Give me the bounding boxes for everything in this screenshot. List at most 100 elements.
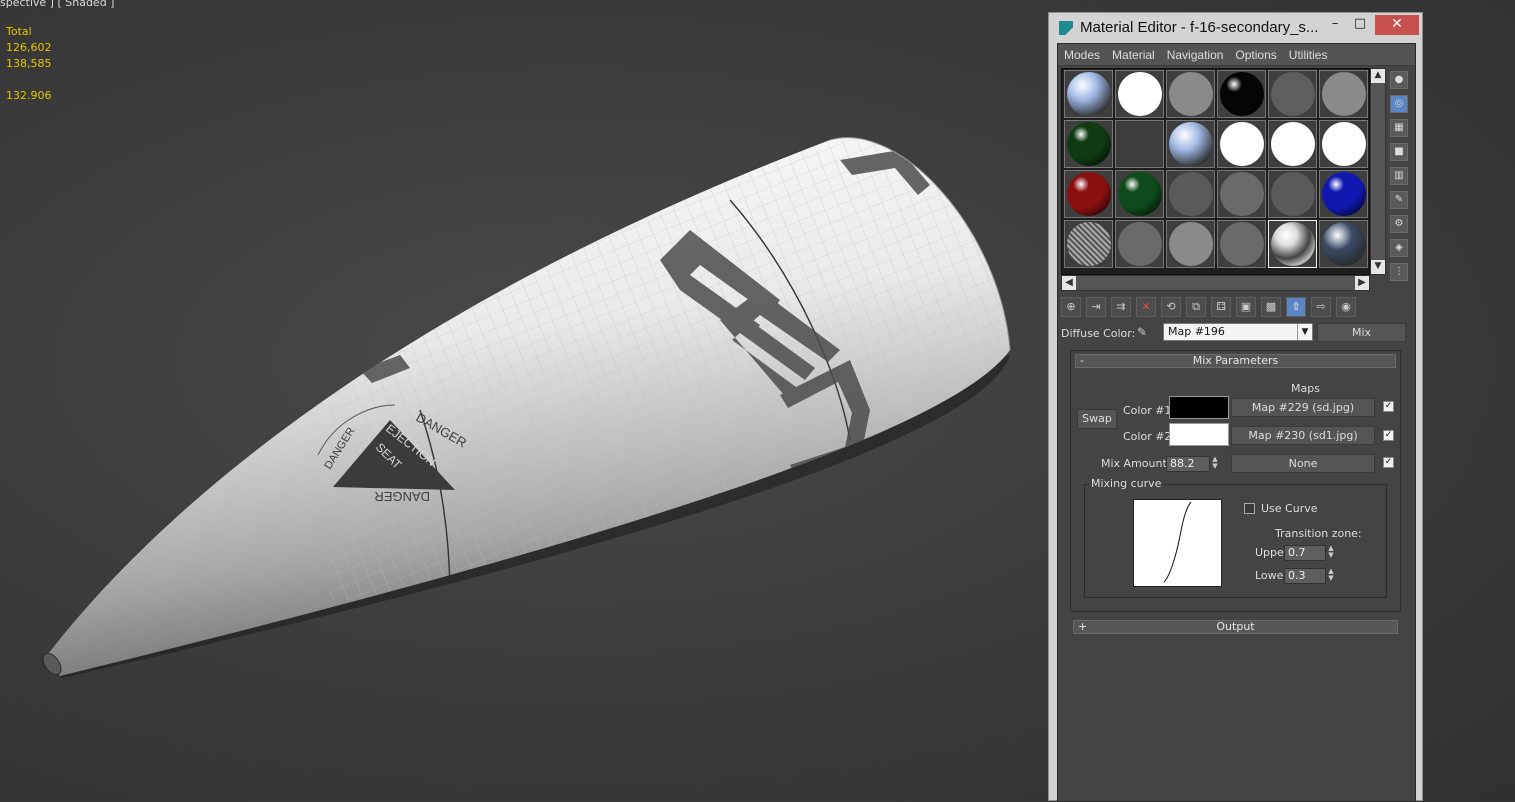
reset-map-icon[interactable]: ✕ (1136, 297, 1156, 317)
options-icon[interactable]: ⚙ (1390, 215, 1408, 233)
map2-button[interactable]: Map #230 (sd1.jpg) (1231, 426, 1375, 445)
output-rollout-header[interactable]: + Output (1073, 620, 1398, 634)
pick-material-icon[interactable]: ◉ (1336, 297, 1356, 317)
menu-modes[interactable]: Modes (1064, 48, 1100, 62)
backlight-icon[interactable]: ◎ (1390, 95, 1408, 113)
mix-parameters-header[interactable]: - Mix Parameters (1075, 354, 1396, 368)
material-slot[interactable] (1115, 70, 1164, 118)
material-slot[interactable] (1166, 70, 1215, 118)
material-slot[interactable] (1166, 220, 1215, 268)
go-to-parent-icon[interactable]: ⇧ (1286, 297, 1306, 317)
get-material-icon[interactable]: ⊕ (1061, 297, 1081, 317)
map-name-value: Map #196 (1168, 325, 1225, 338)
close-button[interactable]: ✕ (1375, 15, 1419, 35)
material-slot[interactable] (1166, 170, 1215, 218)
material-editor-window[interactable]: Material Editor - f-16-secondary_s... – … (1048, 12, 1423, 802)
bottom-toolbar: ⊕ ⇥ ⇉ ✕ ⟲ ⧉ ⚃ ▣ ▩ ⇧ ⇨ ◉ (1061, 297, 1413, 319)
select-by-material-icon[interactable]: ◈ (1390, 239, 1408, 257)
eyedropper-icon[interactable]: ✎ (1137, 325, 1153, 341)
upper-spinner[interactable]: 0.7 ▲ ▼ (1284, 545, 1334, 561)
use-curve-checkbox[interactable] (1244, 503, 1255, 514)
make-unique-icon[interactable]: ⟲ (1161, 297, 1181, 317)
show-end-result-icon[interactable]: ▩ (1261, 297, 1281, 317)
title-bar[interactable]: Material Editor - f-16-secondary_s... – … (1049, 13, 1422, 43)
maximize-button[interactable]: □ (1350, 15, 1370, 35)
minimize-button[interactable]: – (1325, 15, 1345, 35)
put-to-scene-icon[interactable]: ⇥ (1086, 297, 1106, 317)
make-preview-icon[interactable]: ✎ (1390, 191, 1408, 209)
nose-cone-model[interactable]: DANGER DANGER EJECTION SEAT DANGER (0, 0, 1040, 801)
show-map-icon[interactable]: ▣ (1236, 297, 1256, 317)
material-slot[interactable] (1166, 120, 1215, 168)
material-slot[interactable] (1319, 70, 1368, 118)
slots-horizontal-scrollbar[interactable]: ◀ ▶ (1061, 275, 1370, 291)
material-slot[interactable] (1268, 120, 1317, 168)
menu-utilities[interactable]: Utilities (1289, 48, 1328, 62)
spinner-arrows-icon[interactable]: ▲ ▼ (1326, 568, 1336, 584)
sample-type-icon[interactable]: ● (1390, 71, 1408, 89)
material-map-navigator-icon[interactable]: ⋮ (1390, 263, 1408, 281)
lower-spinner[interactable]: 0.3 ▲ ▼ (1284, 568, 1334, 584)
expand-toggle[interactable]: + (1078, 621, 1087, 633)
material-sphere (1270, 72, 1315, 116)
material-sphere (1117, 72, 1162, 116)
material-slot[interactable] (1268, 220, 1317, 268)
menu-navigation[interactable]: Navigation (1167, 48, 1224, 62)
go-forward-icon[interactable]: ⇨ (1311, 297, 1331, 317)
collapse-toggle[interactable]: - (1080, 355, 1084, 367)
material-slot[interactable] (1319, 120, 1368, 168)
mix-map-enable-checkbox[interactable]: ✓ (1383, 457, 1394, 468)
material-slot[interactable] (1217, 120, 1266, 168)
upper-value: 0.7 (1288, 546, 1306, 559)
mix-amount-map-button[interactable]: None (1231, 454, 1375, 473)
menu-options[interactable]: Options (1235, 48, 1276, 62)
chevron-down-icon[interactable]: ▼ (1297, 324, 1312, 340)
material-slot[interactable] (1115, 220, 1164, 268)
material-slot[interactable] (1064, 70, 1113, 118)
material-sphere (1168, 172, 1213, 216)
slots-vertical-scrollbar[interactable]: ▲ ▼ (1370, 68, 1386, 275)
background-icon[interactable]: ▦ (1390, 119, 1408, 137)
sample-slots-grid (1064, 70, 1368, 268)
material-slot[interactable] (1319, 170, 1368, 218)
map2-enable-checkbox[interactable]: ✓ (1383, 430, 1394, 441)
scroll-right-icon[interactable]: ▶ (1355, 276, 1369, 290)
material-slot[interactable] (1268, 70, 1317, 118)
material-sphere (1219, 122, 1264, 166)
material-slot[interactable] (1064, 170, 1113, 218)
map-type-button[interactable]: Mix (1317, 323, 1406, 342)
material-slot[interactable] (1319, 220, 1368, 268)
material-slot[interactable] (1115, 120, 1164, 168)
map1-button[interactable]: Map #229 (sd.jpg) (1231, 398, 1375, 417)
color2-swatch[interactable] (1169, 423, 1229, 446)
scroll-up-icon[interactable]: ▲ (1371, 69, 1385, 83)
color1-swatch[interactable] (1169, 396, 1229, 419)
mix-amount-spinner[interactable]: 88.2 ▲ ▼ (1166, 456, 1218, 472)
material-id-icon[interactable]: ⚃ (1211, 297, 1231, 317)
sample-slots-panel (1061, 68, 1370, 275)
spinner-arrows-icon[interactable]: ▲ ▼ (1210, 456, 1220, 472)
material-slot[interactable] (1064, 220, 1113, 268)
scroll-left-icon[interactable]: ◀ (1062, 276, 1076, 290)
put-to-library-icon[interactable]: ⧉ (1186, 297, 1206, 317)
map-name-dropdown[interactable]: Map #196 ▼ (1163, 323, 1313, 341)
color2-label: Color #2 (1123, 430, 1172, 443)
uv-tiling-icon[interactable]: ■ (1390, 143, 1408, 161)
spinner-arrows-icon[interactable]: ▲ ▼ (1326, 545, 1336, 561)
material-slot[interactable] (1217, 220, 1266, 268)
material-slot[interactable] (1217, 70, 1266, 118)
material-sphere (1321, 72, 1366, 116)
assign-to-selection-icon[interactable]: ⇉ (1111, 297, 1131, 317)
scroll-down-icon[interactable]: ▼ (1371, 260, 1385, 274)
material-slot[interactable] (1268, 170, 1317, 218)
mix-amount-label: Mix Amount: (1101, 457, 1171, 470)
map1-enable-checkbox[interactable]: ✓ (1383, 401, 1394, 412)
video-check-icon[interactable]: ▥ (1390, 167, 1408, 185)
material-sphere (1168, 122, 1213, 166)
material-slot[interactable] (1064, 120, 1113, 168)
material-slot[interactable] (1217, 170, 1266, 218)
output-title: Output (1216, 620, 1255, 633)
material-slot[interactable] (1115, 170, 1164, 218)
menu-material[interactable]: Material (1112, 48, 1155, 62)
swap-button[interactable]: Swap (1077, 409, 1117, 429)
